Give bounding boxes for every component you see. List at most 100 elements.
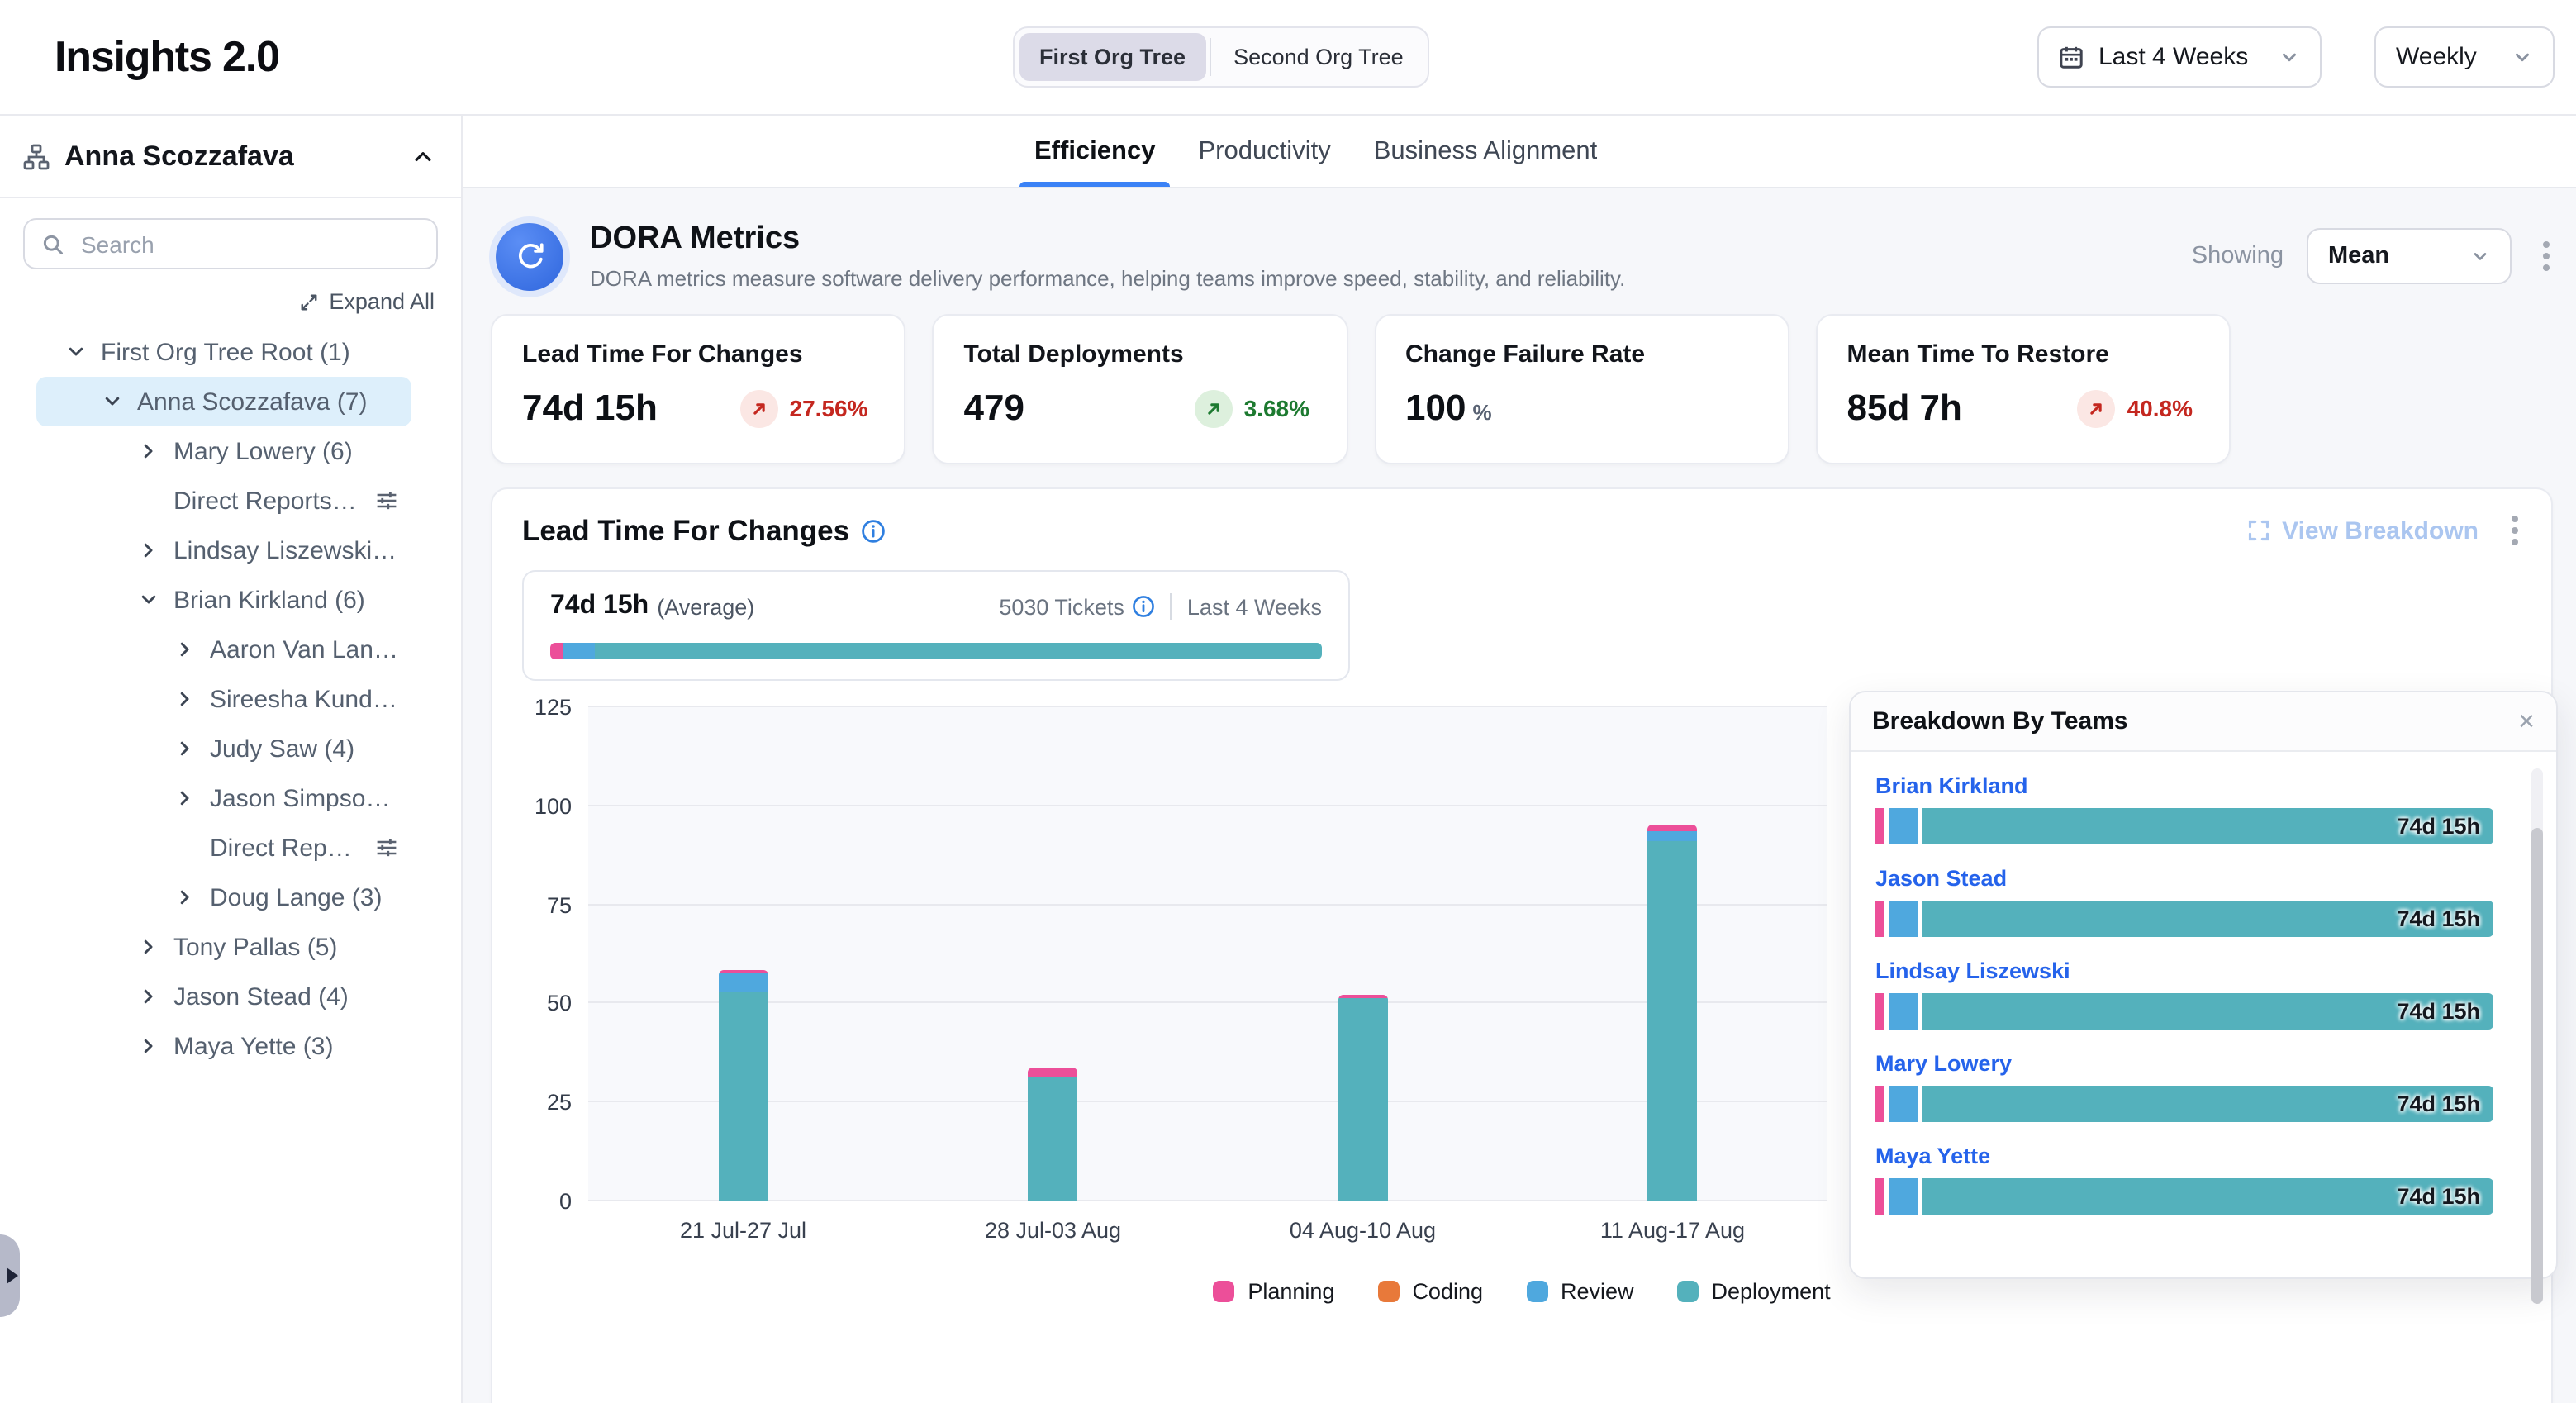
toggle-divider [1209, 38, 1210, 76]
info-icon[interactable] [861, 518, 886, 543]
sidebar-tree-item[interactable]: Anna Scozzafava (7) [36, 377, 411, 426]
metric-cards-row: Lead Time For Changes74d 15h27.56%Total … [491, 314, 2231, 464]
chevron-right-icon[interactable] [175, 689, 195, 709]
sidebar-tree-item[interactable]: Tony Pallas (5) [36, 922, 411, 972]
top-bar: Insights 2.0 First Org TreeSecond Org Tr… [0, 0, 2576, 116]
chevron-down-icon[interactable] [66, 342, 86, 362]
chevron-right-icon[interactable] [139, 1036, 159, 1056]
chevron-right-icon[interactable] [175, 739, 195, 759]
bar-segment-deployment [719, 992, 768, 1201]
tab-business-alignment[interactable]: Business Alignment [1374, 116, 1598, 187]
close-icon[interactable]: × [2518, 707, 2535, 735]
metric-card-title: Mean Time To Restore [1847, 340, 2200, 369]
chevron-right-icon[interactable] [175, 788, 195, 808]
team-name-link[interactable]: Jason Stead [1875, 866, 2493, 891]
sidebar-tree-item[interactable]: Direct Reports of A... [36, 476, 411, 526]
sidebar-tree-item[interactable]: Direct Reports ... [36, 823, 411, 873]
tree-item-label: Brian Kirkland (6) [173, 586, 365, 614]
team-value: 74d 15h [2397, 814, 2480, 839]
tab-productivity[interactable]: Productivity [1198, 116, 1330, 187]
granularity-select[interactable]: Weekly [2374, 26, 2555, 88]
sidebar-tree-item[interactable]: Doug Lange (3) [36, 873, 411, 922]
sidebar-tree-item[interactable]: Brian Kirkland (6) [36, 575, 411, 625]
legend-label: Deployment [1712, 1279, 1831, 1304]
tree-item-label: Aaron Van Langen... [210, 635, 398, 663]
scrollbar-thumb[interactable] [2531, 828, 2543, 1304]
team-bar: 74d 15h [1875, 993, 2493, 1030]
sidebar-tree-item[interactable]: Jason Stead (4) [36, 972, 411, 1021]
chevron-down-icon [2512, 46, 2533, 68]
sidebar-collapse-handle[interactable] [0, 1234, 20, 1317]
team-bar-review [1889, 808, 1918, 844]
dora-title: DORA Metrics [590, 221, 1625, 258]
lead-time-menu-button[interactable] [2508, 512, 2521, 549]
info-icon[interactable] [1133, 595, 1156, 618]
summary-meta: 5030 Tickets Last 4 Weeks [999, 593, 1322, 620]
trend-percentage: 3.68% [1244, 395, 1309, 421]
chevron-down-icon[interactable] [102, 392, 122, 411]
chevron-right-icon[interactable] [139, 540, 159, 560]
team-name-link[interactable]: Mary Lowery [1875, 1051, 2493, 1076]
sidebar-tree-item[interactable]: Jason Simpson (7) [36, 773, 411, 823]
stacked-bar [1648, 824, 1698, 1201]
trend-up-icon [2078, 389, 2116, 427]
org-chart-icon [23, 143, 50, 169]
bar-segment-deployment [1648, 842, 1698, 1201]
triangle-right-icon [6, 1267, 17, 1284]
trend-percentage: 27.56% [790, 395, 868, 421]
date-range-select[interactable]: Last 4 Weeks [2037, 26, 2322, 88]
view-breakdown-button[interactable]: View Breakdown [2247, 516, 2479, 545]
aggregation-select[interactable]: Mean [2307, 228, 2512, 284]
dora-metrics-header: DORA Metrics DORA metrics measure softwa… [491, 221, 2553, 291]
filter-sliders-icon[interactable] [375, 836, 398, 859]
sidebar-tree-item[interactable]: Mary Lowery (6) [36, 426, 411, 476]
breakdown-panel: Breakdown By Teams × Brian Kirkland74d 1… [1849, 691, 2558, 1279]
bar-segment-planning [1029, 1067, 1078, 1077]
search-input[interactable] [78, 229, 420, 259]
team-name-link[interactable]: Lindsay Liszewski [1875, 958, 2493, 983]
legend-swatch [1526, 1281, 1547, 1302]
team-name-link[interactable]: Brian Kirkland [1875, 773, 2493, 798]
sidebar-tree-item[interactable]: Sireesha Kunduri (7) [36, 674, 411, 724]
org-tree-toggle-option[interactable]: First Org Tree [1019, 33, 1205, 81]
org-tree-sidebar: Anna Scozzafava Expand All [0, 116, 463, 1403]
tree-item-label: Direct Reports ... [210, 834, 360, 862]
filter-sliders-icon[interactable] [375, 489, 398, 512]
team-name-link[interactable]: Maya Yette [1875, 1144, 2493, 1168]
tab-efficiency[interactable]: Efficiency [1034, 116, 1155, 187]
sidebar-tree-item[interactable]: Maya Yette (3) [36, 1021, 411, 1071]
phase-distribution-bar [550, 643, 1322, 659]
sidebar-header: Anna Scozzafava [0, 116, 461, 198]
org-tree-toggle-option[interactable]: Second Org Tree [1214, 33, 1423, 81]
tree-item-label: Mary Lowery (6) [173, 437, 353, 465]
expand-all-button[interactable]: Expand All [26, 289, 435, 314]
chevron-right-icon[interactable] [175, 887, 195, 907]
y-axis-tick-label: 75 [547, 892, 572, 917]
stacked-bar [1029, 1067, 1078, 1201]
chevron-up-icon[interactable] [411, 145, 435, 168]
sidebar-tree-item[interactable]: Aaron Van Langen... [36, 625, 411, 674]
chevron-right-icon[interactable] [139, 987, 159, 1006]
org-tree: First Org Tree Root (1)Anna Scozzafava (… [23, 327, 438, 1071]
sidebar-tree-item[interactable]: Lindsay Liszewski (8) [36, 526, 411, 575]
distribution-segment-planning [550, 643, 564, 659]
chevron-right-icon[interactable] [139, 937, 159, 957]
dora-cycle-icon [496, 222, 563, 290]
metric-card: Lead Time For Changes74d 15h27.56% [491, 314, 906, 464]
sidebar-tree-item[interactable]: Judy Saw (4) [36, 724, 411, 773]
legend-label: Review [1561, 1279, 1634, 1304]
sidebar-tree-item[interactable]: First Org Tree Root (1) [36, 327, 411, 377]
search-icon [41, 232, 64, 255]
summary-period: Last 4 Weeks [1187, 594, 1322, 619]
team-bar-review [1889, 1086, 1918, 1122]
team-row: Jason Stead74d 15h [1875, 866, 2493, 937]
trend-badge: 27.56% [740, 389, 868, 427]
expand-corners-icon [2247, 519, 2270, 542]
chevron-right-icon[interactable] [175, 640, 195, 659]
aggregation-value: Mean [2328, 243, 2389, 269]
chevron-right-icon[interactable] [139, 441, 159, 461]
metric-card-value: 74d 15h [522, 387, 658, 430]
tabs-bar: Efficiency Productivity Business Alignment [463, 116, 2576, 188]
chevron-down-icon[interactable] [139, 590, 159, 610]
dora-menu-button[interactable] [2540, 238, 2553, 274]
